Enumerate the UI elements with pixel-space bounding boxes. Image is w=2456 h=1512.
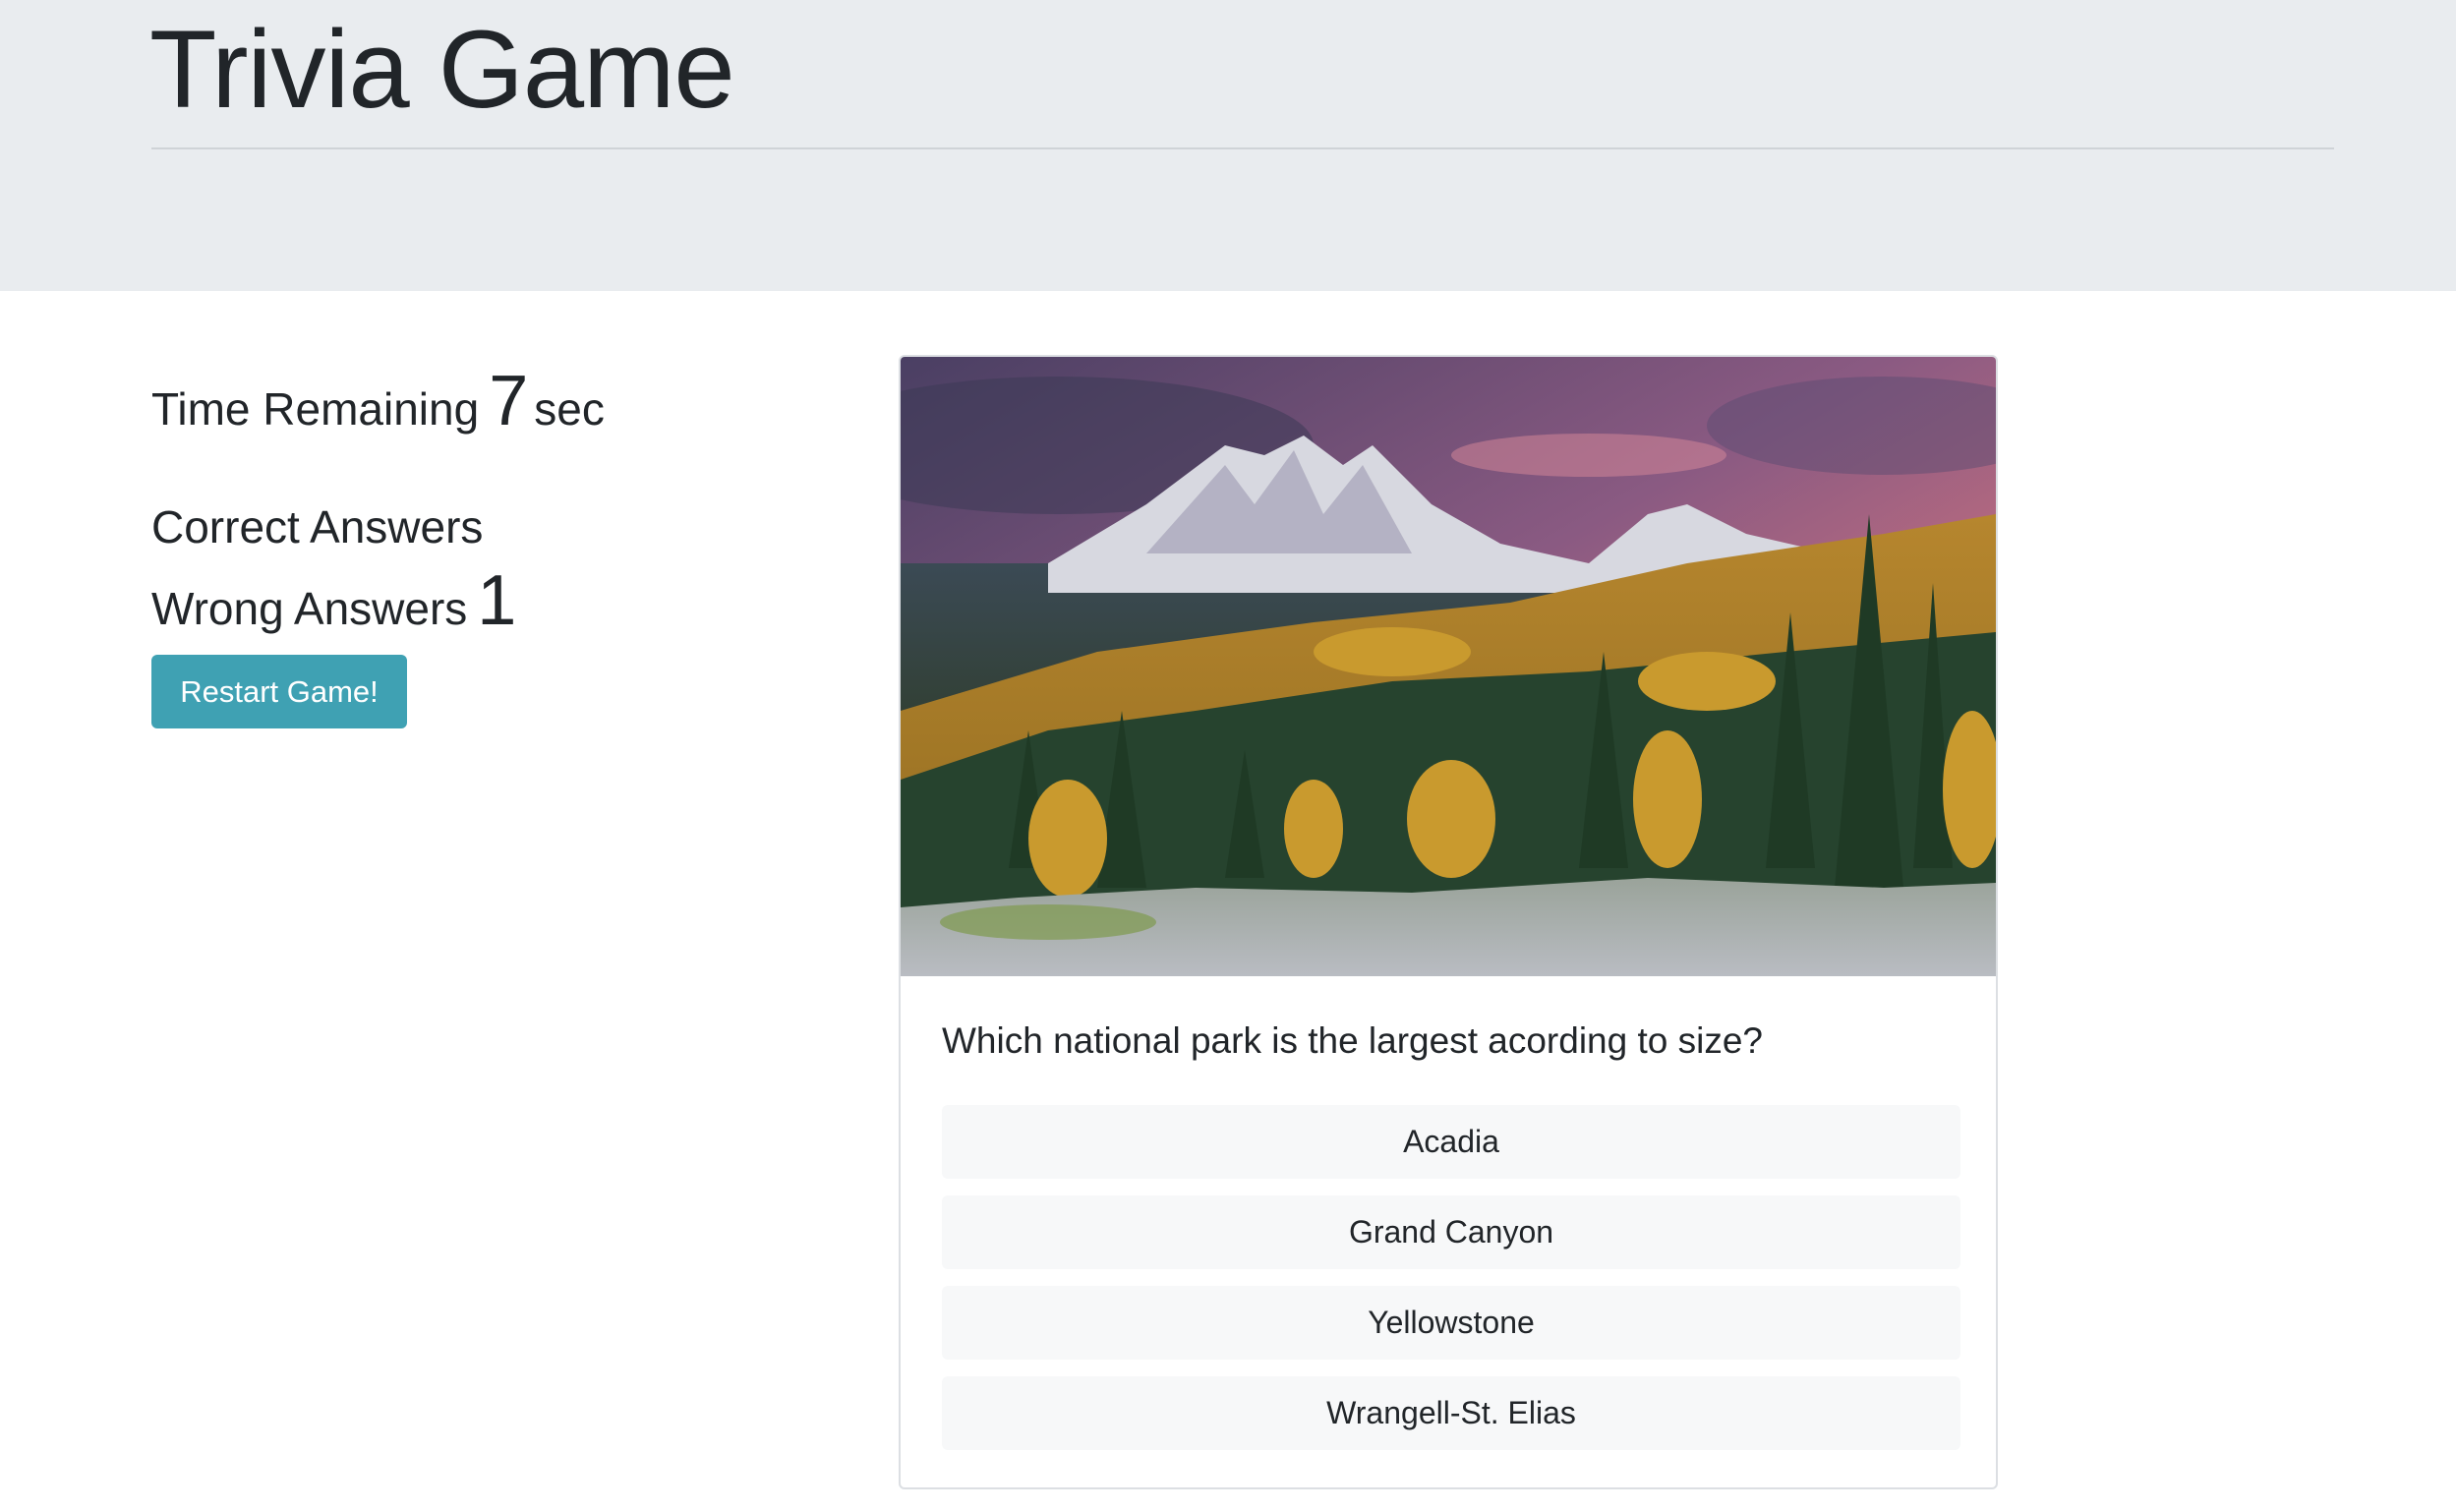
wrong-answers-value: 1 bbox=[477, 561, 517, 640]
time-remaining-value: 7 bbox=[489, 362, 529, 440]
time-remaining: Time Remaining 7 sec bbox=[151, 366, 605, 436]
correct-answers-label: Correct Answers bbox=[151, 501, 484, 552]
page-title: Trivia Game bbox=[149, 8, 735, 131]
restart-game-button[interactable]: Restart Game! bbox=[151, 655, 407, 728]
correct-answers: Correct Answers bbox=[151, 484, 498, 554]
header-divider bbox=[151, 147, 2334, 149]
answer-option[interactable]: Acadia bbox=[942, 1105, 1960, 1179]
wrong-answers: Wrong Answers 1 bbox=[151, 565, 522, 636]
time-remaining-label: Time Remaining bbox=[151, 383, 480, 435]
wrong-answers-label: Wrong Answers bbox=[151, 583, 468, 634]
question-text: Which national park is the largest acord… bbox=[942, 1020, 1763, 1061]
answer-option[interactable]: Wrangell-St. Elias bbox=[942, 1376, 1960, 1450]
jumbotron-header: Trivia Game bbox=[0, 0, 2456, 291]
question-card: Which national park is the largest acord… bbox=[899, 355, 1998, 1489]
answer-option[interactable]: Grand Canyon bbox=[942, 1195, 1960, 1269]
time-remaining-unit: sec bbox=[534, 383, 605, 435]
mountain-landscape-image bbox=[901, 357, 1996, 976]
answer-option[interactable]: Yellowstone bbox=[942, 1286, 1960, 1360]
